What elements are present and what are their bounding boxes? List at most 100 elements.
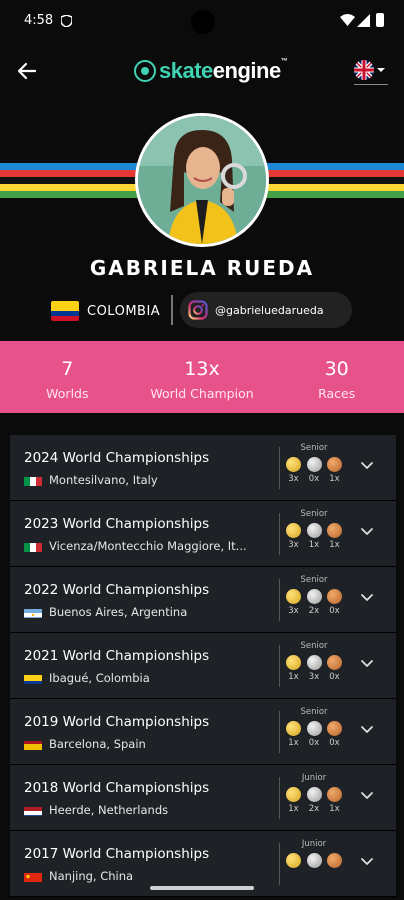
chevron-down-icon[interactable]: [360, 527, 374, 537]
medal-summary: Junior: [286, 839, 342, 870]
home-indicator[interactable]: [150, 886, 254, 890]
location-text: Heerde, Netherlands: [49, 803, 169, 817]
status-time: 4:58: [24, 13, 54, 28]
category-label: Senior: [300, 509, 328, 519]
gold-medal-icon: [286, 457, 301, 472]
medal-icons: [286, 655, 342, 670]
medal-counts: 3x 1x 1x: [286, 540, 342, 550]
country-flag-icon: [24, 804, 42, 816]
medal-icons: [286, 787, 342, 802]
dropdown-arrow-icon: [377, 68, 385, 72]
bronze-medal-icon: [327, 787, 342, 802]
bronze-medal-icon: [327, 721, 342, 736]
chevron-down-icon[interactable]: [360, 725, 374, 735]
championship-location: Barcelona, Spain: [24, 737, 146, 751]
medal-counts: 1x 0x 0x: [286, 738, 342, 748]
row-divider: [279, 447, 280, 489]
stat-races: 30 Races: [269, 341, 404, 413]
wifi-icon: [340, 14, 355, 26]
championship-location: Montesilvano, Italy: [24, 473, 158, 487]
category-label: Senior: [300, 707, 328, 717]
medal-counts: 1x 2x 1x: [286, 804, 342, 814]
bronze-medal-icon: [327, 853, 342, 868]
gold-medal-icon: [286, 721, 301, 736]
row-divider: [279, 777, 280, 819]
stat-value: 30: [324, 358, 349, 380]
silver-count: 2x: [308, 804, 320, 814]
championship-title: 2022 World Championships: [24, 582, 210, 598]
row-divider: [279, 579, 280, 621]
medal-summary: Senior 3x 0x 1x: [286, 443, 342, 484]
logo-mark-icon: [134, 60, 156, 82]
instagram-handle: @gabrieluedarueda: [215, 303, 324, 317]
championship-location: Vicenza/Montecchio Maggiore, It...: [24, 539, 247, 553]
silver-count: 0x: [308, 474, 320, 484]
championship-title: 2019 World Championships: [24, 714, 210, 730]
back-arrow-icon[interactable]: [14, 58, 40, 84]
shield-icon: [61, 15, 72, 27]
championship-location: Heerde, Netherlands: [24, 803, 168, 817]
row-divider: [279, 843, 280, 885]
category-label: Junior: [301, 773, 327, 783]
logo-text: skateengine™: [159, 58, 288, 84]
gold-count: 1x: [288, 672, 299, 682]
divider: [171, 295, 173, 325]
logo-tm: ™: [280, 58, 288, 65]
country-flag-icon: [24, 474, 42, 486]
athlete-avatar: [135, 113, 269, 247]
battery-icon: [376, 13, 384, 27]
championship-row[interactable]: 2021 World Championships Ibagué, Colombi…: [10, 633, 396, 699]
country-flag-icon: [24, 738, 42, 750]
bronze-count: 0x: [329, 606, 340, 616]
silver-medal-icon: [306, 457, 322, 472]
championship-title: 2021 World Championships: [24, 648, 210, 664]
gold-medal-icon: [286, 853, 301, 868]
silver-count: 0x: [308, 738, 320, 748]
medal-summary: Junior 1x 2x 1x: [286, 773, 342, 814]
bronze-medal-icon: [327, 655, 342, 670]
championship-row[interactable]: 2018 World Championships Heerde, Netherl…: [10, 765, 396, 831]
language-selector[interactable]: [354, 60, 388, 85]
silver-medal-icon: [306, 523, 322, 538]
chevron-down-icon[interactable]: [360, 593, 374, 603]
chevron-down-icon[interactable]: [360, 857, 374, 867]
championship-row[interactable]: 2023 World Championships Vicenza/Montecc…: [10, 501, 396, 567]
country-flag-icon: [24, 870, 42, 882]
medal-icons: [286, 589, 342, 604]
stat-world-champion: 13x World Champion: [135, 341, 270, 413]
chevron-down-icon[interactable]: [360, 791, 374, 801]
silver-medal-icon: [306, 853, 322, 868]
gold-medal-icon: [286, 523, 301, 538]
logo-text-part2: engine: [212, 58, 281, 83]
silver-medal-icon: [306, 721, 322, 736]
stats-bar: 7 Worlds 13x World Champion 30 Races: [0, 341, 404, 413]
championship-title: 2024 World Championships: [24, 450, 210, 466]
screen: 4:58 skateengine™ GABRIELA RUEDA COLOMBI…: [0, 0, 404, 900]
location-text: Montesilvano, Italy: [49, 473, 158, 487]
chevron-down-icon[interactable]: [360, 461, 374, 471]
country-flag-icon: [24, 540, 42, 552]
instagram-link[interactable]: @gabrieluedarueda: [180, 292, 352, 328]
championship-title: 2017 World Championships: [24, 846, 210, 862]
skateengine-logo: skateengine™: [134, 58, 288, 84]
uk-flag-icon: [354, 60, 374, 80]
silver-medal-icon: [306, 589, 322, 604]
chevron-down-icon[interactable]: [360, 659, 374, 669]
championships-list: 2024 World Championships Montesilvano, I…: [10, 435, 396, 897]
front-camera: [191, 10, 215, 34]
championship-row[interactable]: 2024 World Championships Montesilvano, I…: [10, 435, 396, 501]
gold-count: 1x: [288, 804, 299, 814]
bronze-count: 1x: [329, 474, 340, 484]
stat-label: World Champion: [150, 386, 254, 401]
championship-location: Buenos Aires, Argentina: [24, 605, 187, 619]
athlete-name: GABRIELA RUEDA: [89, 256, 315, 280]
category-label: Senior: [300, 575, 328, 585]
medal-counts: 1x 3x 0x: [286, 672, 342, 682]
country-flag-icon: [24, 606, 42, 618]
championship-row[interactable]: 2019 World Championships Barcelona, Spai…: [10, 699, 396, 765]
status-bar: 4:58: [0, 0, 404, 40]
bronze-medal-icon: [327, 523, 342, 538]
location-text: Ibagué, Colombia: [49, 671, 150, 685]
championship-row[interactable]: 2022 World Championships Buenos Aires, A…: [10, 567, 396, 633]
bronze-count: 1x: [329, 540, 340, 550]
